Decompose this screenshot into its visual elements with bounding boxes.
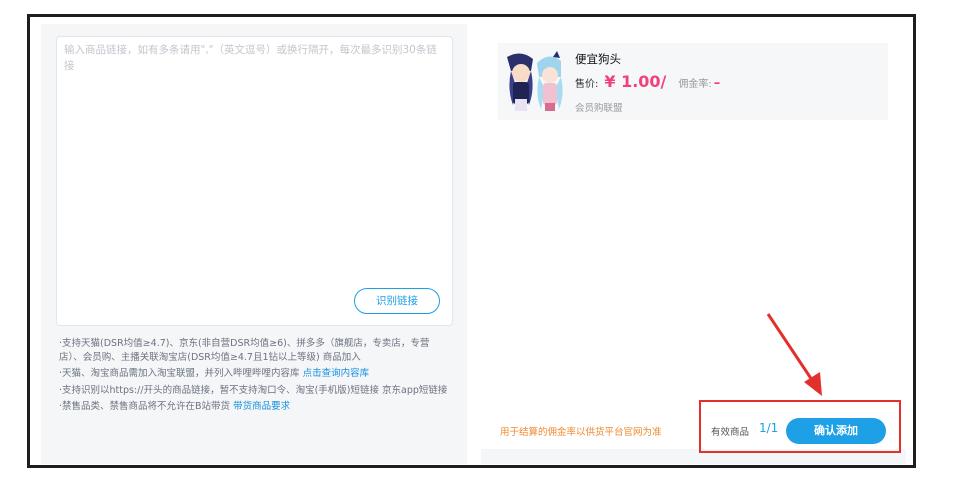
price-row: 售价: ¥ 1.00/佣金率: – xyxy=(575,72,720,92)
commission-label: 佣金率: xyxy=(678,79,712,90)
commission-disclaimer: 用于结算的佣金率以供货平台官网为准 xyxy=(500,427,662,438)
query-library-link[interactable]: 点击查询内容库 xyxy=(303,368,370,379)
link-input-textarea[interactable] xyxy=(56,36,453,326)
note-text: 禁售品类、禁售商品将不允许在B站带货 xyxy=(62,401,234,412)
link-input-placeholder: 输入商品链接，如有多条请用","（英文逗号）或换行隔开，每次最多识别30条链接 xyxy=(64,44,437,72)
note-item: ·支持天猫(DSR均值≥4.7)、京东(非自营DSR均值≥6)、拼多多（旗舰店，… xyxy=(59,338,430,363)
note-item: ·天猫、淘宝商品需加入淘宝联盟，并列入哔哩哔哩内容库 点击查询内容库 xyxy=(59,368,370,379)
rules-notes: ·支持天猫(DSR均值≥4.7)、京东(非自营DSR均值≥6)、拼多多（旗舰店，… xyxy=(59,337,449,417)
recognize-links-button[interactable]: 识别链接 xyxy=(354,288,440,314)
product-name: 便宜狗头 xyxy=(575,52,621,66)
price-value: ¥ 1.00/ xyxy=(604,72,667,91)
note-item: ·禁售品类、禁售商品将不允许在B站带货 带货商品要求 xyxy=(59,401,291,412)
product-source: 会员购联盟 xyxy=(575,103,623,114)
note-text: 支持天猫(DSR均值≥4.7)、京东(非自营DSR均值≥6)、拼多多（旗舰店，专… xyxy=(59,338,430,363)
note-text: 支持识别以https://开头的商品链接，暂不支持淘口令、淘宝(手机版)短链接 … xyxy=(62,384,448,396)
product-thumbnail xyxy=(503,49,567,113)
annotation-arrow-icon xyxy=(766,313,822,396)
highlight-box xyxy=(699,400,901,453)
price-label: 售价: xyxy=(575,79,599,90)
product-requirements-link[interactable]: 带货商品要求 xyxy=(233,401,290,412)
note-item: ·支持识别以https://开头的商品链接，暂不支持淘口令、淘宝(手机版)短链接… xyxy=(59,384,448,396)
note-text: 天猫、淘宝商品需加入淘宝联盟，并列入哔哩哔哩内容库 xyxy=(62,368,303,379)
commission-value: – xyxy=(713,76,721,91)
